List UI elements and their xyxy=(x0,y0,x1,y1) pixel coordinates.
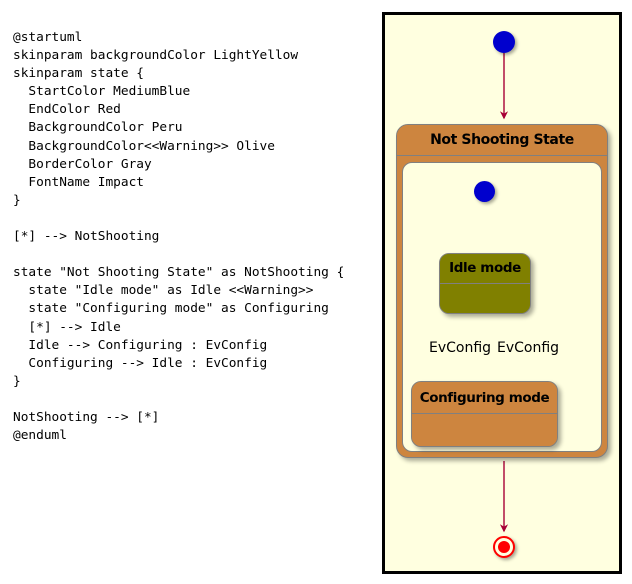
edge-label-idle-to-configuring: EvConfig xyxy=(429,340,492,356)
state-idle-mode[interactable]: Idle mode xyxy=(439,253,531,314)
edge-label-configuring-to-idle: EvConfig xyxy=(497,340,560,356)
initial-state-node[interactable] xyxy=(493,31,515,53)
state-idle-mode-label: Idle mode xyxy=(440,254,530,284)
source-code-pane: @startuml skinparam backgroundColor Ligh… xyxy=(0,0,375,584)
initial-state-node-inner[interactable] xyxy=(474,181,495,202)
diagram-panel: NotShooting --> Idle (inside composite) … xyxy=(382,12,622,574)
state-configuring-mode-label: Configuring mode xyxy=(412,382,557,414)
state-configuring-mode[interactable]: Configuring mode xyxy=(411,381,558,447)
plantuml-source-code: @startuml skinparam backgroundColor Ligh… xyxy=(13,30,345,444)
state-not-shooting-state-label: Not Shooting State xyxy=(397,125,607,156)
final-state-core xyxy=(498,541,510,553)
final-state-node[interactable] xyxy=(493,536,515,558)
state-diagram-canvas: NotShooting --> Idle (inside composite) … xyxy=(385,15,619,571)
state-idle-mode-body xyxy=(440,283,530,313)
state-configuring-mode-body xyxy=(412,414,557,446)
